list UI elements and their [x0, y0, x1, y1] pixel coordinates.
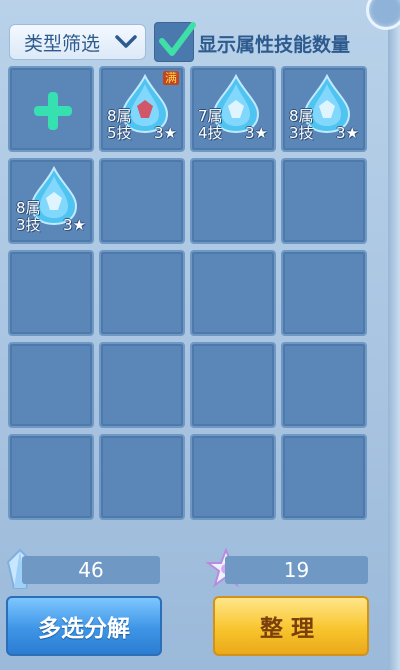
- star-count: 19: [225, 556, 368, 584]
- multi-decompose-button[interactable]: 多选分解: [6, 596, 162, 656]
- empty-slot[interactable]: [8, 250, 94, 336]
- empty-slot[interactable]: [281, 434, 367, 520]
- empty-slot[interactable]: [190, 342, 276, 428]
- gem-slot[interactable]: 8属 3技 3★: [281, 66, 367, 152]
- add-gem-slot[interactable]: [8, 66, 94, 152]
- checkmark-icon: [159, 22, 196, 56]
- empty-slot[interactable]: [99, 342, 185, 428]
- type-filter-dropdown[interactable]: 类型筛选: [9, 24, 146, 60]
- gem-star-level: 3★: [154, 124, 177, 142]
- gem-attr-count: 7属: [198, 107, 223, 125]
- empty-slot[interactable]: [99, 250, 185, 336]
- gem-attr-count: 8属: [107, 107, 132, 125]
- gem-grid: 满 8属 5技 3★ 7属 4技 3★ 8属 3技 3★ 8属 3技 3★: [8, 66, 370, 520]
- gem-skill-count: 5技: [107, 124, 132, 142]
- empty-slot[interactable]: [8, 434, 94, 520]
- gem-attr-count: 8属: [16, 199, 41, 217]
- arrange-button[interactable]: 整理: [213, 596, 369, 656]
- empty-slot[interactable]: [190, 158, 276, 244]
- crystal-count: 46: [22, 556, 160, 584]
- gem-attr-count: 8属: [289, 107, 314, 125]
- gem-slot[interactable]: 满 8属 5技 3★: [99, 66, 185, 152]
- show-attr-label: 显示属性技能数量: [198, 34, 351, 56]
- corner-ornament-icon: [366, 0, 400, 30]
- gem-slot[interactable]: 8属 3技 3★: [8, 158, 94, 244]
- gem-skill-count: 3技: [16, 216, 41, 234]
- gem-skill-count: 3技: [289, 124, 314, 142]
- empty-slot[interactable]: [281, 158, 367, 244]
- gem-star-level: 3★: [63, 216, 86, 234]
- empty-slot[interactable]: [99, 434, 185, 520]
- show-attr-checkbox[interactable]: [154, 22, 196, 62]
- gem-star-level: 3★: [245, 124, 268, 142]
- plus-icon: [34, 92, 72, 130]
- type-filter-label: 类型筛选: [24, 32, 101, 55]
- empty-slot[interactable]: [8, 342, 94, 428]
- empty-slot[interactable]: [281, 342, 367, 428]
- empty-slot[interactable]: [190, 434, 276, 520]
- empty-slot[interactable]: [281, 250, 367, 336]
- empty-slot[interactable]: [190, 250, 276, 336]
- panel-right-edge: [388, 0, 400, 670]
- gem-bag-panel: 类型筛选 显示属性技能数量 满 8属 5技 3★ 7属 4技 3★ 8属 3技 3★ 8属 3技 3★ …: [0, 0, 400, 670]
- gem-skill-count: 4技: [198, 124, 223, 142]
- full-badge: 满: [162, 71, 179, 85]
- empty-slot[interactable]: [99, 158, 185, 244]
- gem-slot[interactable]: 7属 4技 3★: [190, 66, 276, 152]
- gem-star-level: 3★: [336, 124, 359, 142]
- chevron-down-icon: [115, 35, 137, 48]
